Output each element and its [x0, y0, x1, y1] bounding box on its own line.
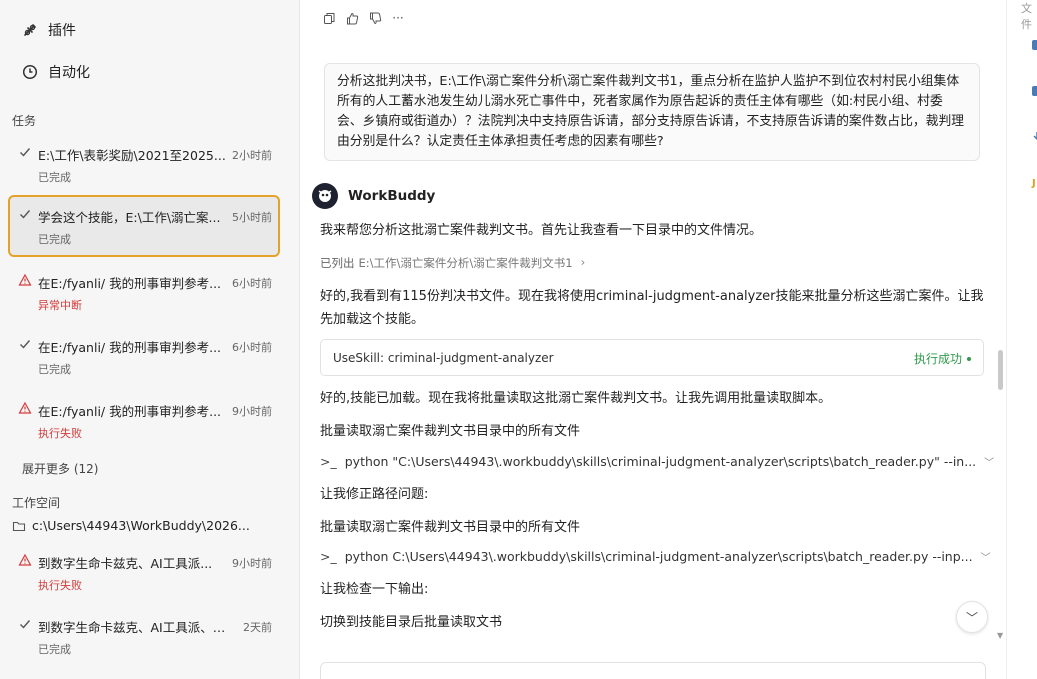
- check-icon: [20, 148, 31, 157]
- workspace-path: c:\Users\44943\WorkBuddy\2026...: [32, 518, 250, 533]
- check-icon: [20, 210, 31, 219]
- nav-item-plugins[interactable]: 插件: [22, 20, 76, 40]
- bot-paragraph: 好的,我看到有115份判决书文件。现在我将使用criminal-judgment…: [320, 289, 984, 327]
- download-icon[interactable]: [1032, 132, 1037, 142]
- scroll-down-arrow[interactable]: ▼: [997, 631, 1003, 640]
- task-time: 5小时前: [232, 211, 272, 224]
- command-text: python "C:\Users\44943\.workbuddy\skills…: [344, 454, 977, 469]
- chevron-down-icon: ﹀: [980, 553, 991, 564]
- skill-status: 执行成功: [914, 350, 971, 367]
- bot-header: WorkBuddy: [312, 183, 435, 209]
- nav-item-label: 自动化: [48, 65, 90, 81]
- workspace-task-item[interactable]: 到数字生命卡兹克、AI工具派、A... 2天前 已完成: [8, 605, 280, 667]
- check-icon: [20, 340, 31, 349]
- listed-directory[interactable]: 已列出 E:\工作\溺亡案件分析\溺亡案件裁判文书1 ›: [320, 255, 585, 271]
- task-item[interactable]: E:\工作\表彰奖励\2021至2025... 2小时前 已完成: [8, 133, 280, 195]
- right-panel-label: 文件: [1021, 2, 1032, 31]
- thumbs-down-icon[interactable]: [368, 11, 382, 25]
- skill-tool-call[interactable]: UseSkill: criminal-judgment-analyzer 执行成…: [320, 339, 984, 376]
- scroll-to-bottom-button[interactable]: ﹀: [956, 601, 988, 633]
- scrollbar-thumb[interactable]: [998, 350, 1003, 390]
- task-status: 已完成: [38, 171, 71, 184]
- workspace-section-label: 工作空间: [12, 496, 61, 510]
- tasks-section-label: 任务: [12, 114, 37, 128]
- task-status: 异常中断: [38, 299, 82, 312]
- task-time: 6小时前: [232, 341, 272, 354]
- chevron-down-icon: ﹀: [984, 458, 995, 469]
- task-title: 到数字生命卡兹克、AI工具派...: [38, 556, 213, 571]
- chevron-right-icon: ›: [580, 255, 586, 269]
- skill-label: UseSkill: criminal-judgment-analyzer: [333, 351, 554, 365]
- workspace-folder[interactable]: c:\Users\44943\WorkBuddy\2026...: [12, 518, 250, 533]
- task-status: 执行失败: [38, 427, 82, 440]
- skill-status-text: 执行成功: [913, 352, 962, 366]
- task-status: 已完成: [38, 233, 71, 246]
- folder-icon: [12, 521, 26, 531]
- task-title: E:\工作\表彰奖励\2021至2025...: [38, 148, 226, 163]
- next-tool-block: [320, 662, 986, 679]
- task-time: 6小时前: [232, 277, 272, 290]
- json-file-icon[interactable]: J: [1032, 178, 1037, 189]
- clock-icon: [22, 64, 38, 80]
- bot-paragraph: 让我修正路径问题:: [320, 487, 429, 502]
- python-file-icon[interactable]: [1032, 86, 1037, 96]
- thumbs-up-icon[interactable]: [345, 11, 359, 25]
- bot-heading: 批量读取溺亡案件裁判文书目录中的所有文件: [320, 520, 581, 535]
- task-status: 执行失败: [38, 579, 82, 592]
- listed-label: 已列出: [320, 256, 355, 270]
- task-title: 在E:/fyanli/ 我的刑事审判参考...: [38, 276, 222, 291]
- warning-icon: [18, 401, 32, 414]
- task-item[interactable]: 在E:/fyanli/ 我的刑事审判参考... 9小时前 执行失败: [8, 389, 280, 451]
- task-time: 2天前: [243, 621, 272, 634]
- task-status: 已完成: [38, 643, 71, 656]
- task-time: 2小时前: [232, 149, 272, 162]
- command-block[interactable]: >_ python C:\Users\44943\.workbuddy\skil…: [320, 549, 991, 564]
- terminal-icon: >_: [320, 454, 337, 469]
- warning-icon: [18, 273, 32, 286]
- plugin-icon: [24, 24, 36, 36]
- workspace-task-item[interactable]: 到数字生命卡兹克、AI工具派... 9小时前 执行失败: [8, 541, 280, 603]
- message-actions: ···: [322, 11, 405, 25]
- bot-heading: 批量读取溺亡案件裁判文书目录中的所有文件: [320, 424, 581, 439]
- task-title: 学会这个技能，E:\工作\溺亡案...: [38, 210, 221, 225]
- bot-heading: 切换到技能目录后批量读取文书: [320, 615, 503, 630]
- bot-paragraph: 让我检查一下输出:: [320, 582, 429, 597]
- nav-item-label: 插件: [48, 23, 76, 39]
- status-dot-icon: [967, 356, 971, 361]
- task-time: 9小时前: [232, 405, 272, 418]
- warning-icon: [18, 553, 32, 566]
- command-block[interactable]: >_ python "C:\Users\44943\.workbuddy\ski…: [320, 454, 994, 469]
- task-title: 到数字生命卡兹克、AI工具派、A...: [38, 620, 226, 635]
- listed-path: E:\工作\溺亡案件分析\溺亡案件裁判文书1: [358, 256, 573, 270]
- right-panel: 文件 J: [1006, 0, 1037, 679]
- task-time: 9小时前: [232, 557, 272, 570]
- check-icon: [20, 620, 31, 629]
- command-text: python C:\Users\44943\.workbuddy\skills\…: [344, 549, 973, 564]
- task-title: 在E:/fyanli/ 我的刑事审判参考...: [38, 340, 222, 355]
- sidebar: 插件 自动化 任务 E:\工作\表彰奖励\2021至2025... 2小时前 已…: [0, 0, 300, 679]
- bot-avatar: [312, 183, 338, 209]
- copy-icon[interactable]: [322, 11, 336, 25]
- more-icon[interactable]: ···: [391, 11, 405, 25]
- task-status: 已完成: [38, 363, 71, 376]
- python-file-icon[interactable]: [1032, 40, 1037, 50]
- task-item-active[interactable]: 学会这个技能，E:\工作\溺亡案... 5小时前 已完成: [8, 195, 280, 257]
- chevron-down-icon: ﹀: [965, 610, 978, 625]
- terminal-icon: >_: [320, 549, 337, 564]
- expand-more-button[interactable]: 展开更多 (12): [22, 460, 98, 477]
- task-item[interactable]: 在E:/fyanli/ 我的刑事审判参考... 6小时前 已完成: [8, 325, 280, 387]
- task-item[interactable]: 在E:/fyanli/ 我的刑事审判参考... 6小时前 异常中断: [8, 261, 280, 323]
- user-message: 分析这批判决书，E:\工作\溺亡案件分析\溺亡案件裁判文书1，重点分析在监护人监…: [324, 63, 980, 161]
- bot-paragraph: 我来帮您分析这批溺亡案件裁判文书。首先让我查看一下目录中的文件情况。: [320, 223, 763, 238]
- bot-paragraph: 好的,技能已加载。现在我将批量读取这批溺亡案件裁判文书。让我先调用批量读取脚本。: [320, 391, 832, 406]
- chat-main: ··· 分析这批判决书，E:\工作\溺亡案件分析\溺亡案件裁判文书1，重点分析在…: [300, 0, 1006, 679]
- task-title: 在E:/fyanli/ 我的刑事审判参考...: [38, 404, 222, 419]
- nav-item-automation[interactable]: 自动化: [22, 62, 90, 82]
- bot-name: WorkBuddy: [348, 188, 436, 204]
